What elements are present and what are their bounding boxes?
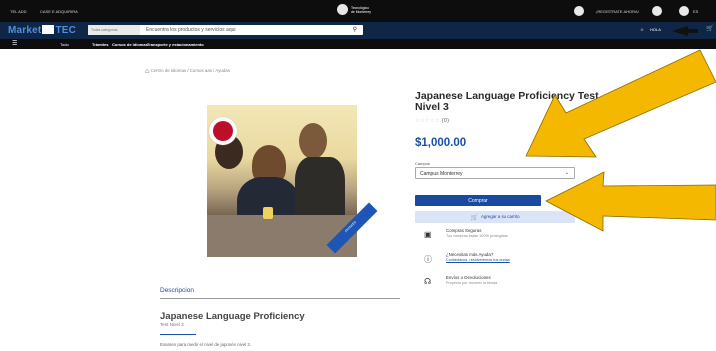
breadcrumb: ⌂ Centro de idiomas / Cursos aas / Ayuda… [145,68,230,75]
menu-todo[interactable]: Todo [60,42,69,47]
search-bar: Todas categorías Encuentra los productos… [88,25,363,35]
cart-icon[interactable]: 🛒 [706,25,713,32]
campus-label: Campus [415,161,430,166]
user-greeting[interactable]: HOLA [650,27,661,32]
description-title: Japanese Language Proficiency [160,311,305,322]
globe-icon[interactable] [679,6,689,16]
user-circle-icon[interactable] [574,6,584,16]
tec-logo[interactable]: Tecnológico de Monterrey [337,4,371,15]
add-to-cart-button[interactable]: 🛒 Agregar a su carrito [415,211,575,223]
logo-box-icon [42,25,55,34]
search-icon[interactable]: ⚲ [353,26,357,33]
product-title: Japanese Language Proficiency Test Nivel… [415,90,599,113]
home-icon[interactable]: ⌂ [145,68,149,75]
language-label[interactable]: ES [693,9,698,14]
credit-card-icon: ▣ [424,230,432,239]
hamburger-menu-icon[interactable]: ☰ [12,40,17,47]
topbar-link-left[interactable]: TEL ADD [10,9,27,14]
buy-button[interactable]: Comprar [415,195,541,206]
rating-stars[interactable]: ☆☆☆☆☆ (0) [415,118,449,124]
search-input[interactable]: Encuentra los productos y servicios aqui [146,27,236,33]
tec-seal-icon [337,4,348,15]
top-bar: TEL ADD CASE E ADQUIRIRA Tecnológico de M… [0,0,716,22]
markettec-logo[interactable]: Market TEC [8,25,76,36]
description-text: Examen para medir el nivel de japonés ni… [160,342,252,347]
cart-icon: 🛒 [470,215,478,221]
register-link[interactable]: ¡REGISTRATE AHORA! [596,9,639,14]
contact-link[interactable]: Contáctanos, resolveremos tus dudas [446,258,510,262]
help-circle-icon: ⓘ [424,255,432,264]
topbar-link-left2[interactable]: CASE E ADQUIRIRA [40,9,78,14]
campus-select[interactable]: Campus Monterrey ⌄ [415,167,575,179]
chevron-down-icon: ⌄ [564,170,569,176]
divider-accent [160,334,196,335]
user-icon[interactable]: ☺ [640,27,644,32]
side-note: Co [553,113,559,118]
headset-icon: ☊ [424,277,432,286]
product-price: $1,000.00 [415,137,467,149]
divider [160,298,400,299]
category-menu: ☰ Todo Trámites Cursos de Idiomas Transp… [0,39,716,49]
search-category-select[interactable]: Todas categorías [88,25,140,35]
description-subtitle: Test Nivel 3 [160,322,184,327]
clock-icon[interactable] [652,6,662,16]
menu-cursos-idiomas[interactable]: Cursos de Idiomas [112,42,148,47]
description-heading[interactable]: Descripcion [160,287,194,294]
menu-transporte[interactable]: Transporte y estacionamiento [147,42,204,47]
japan-flag-icon [209,117,237,145]
menu-tramites[interactable]: Trámites [92,42,108,47]
